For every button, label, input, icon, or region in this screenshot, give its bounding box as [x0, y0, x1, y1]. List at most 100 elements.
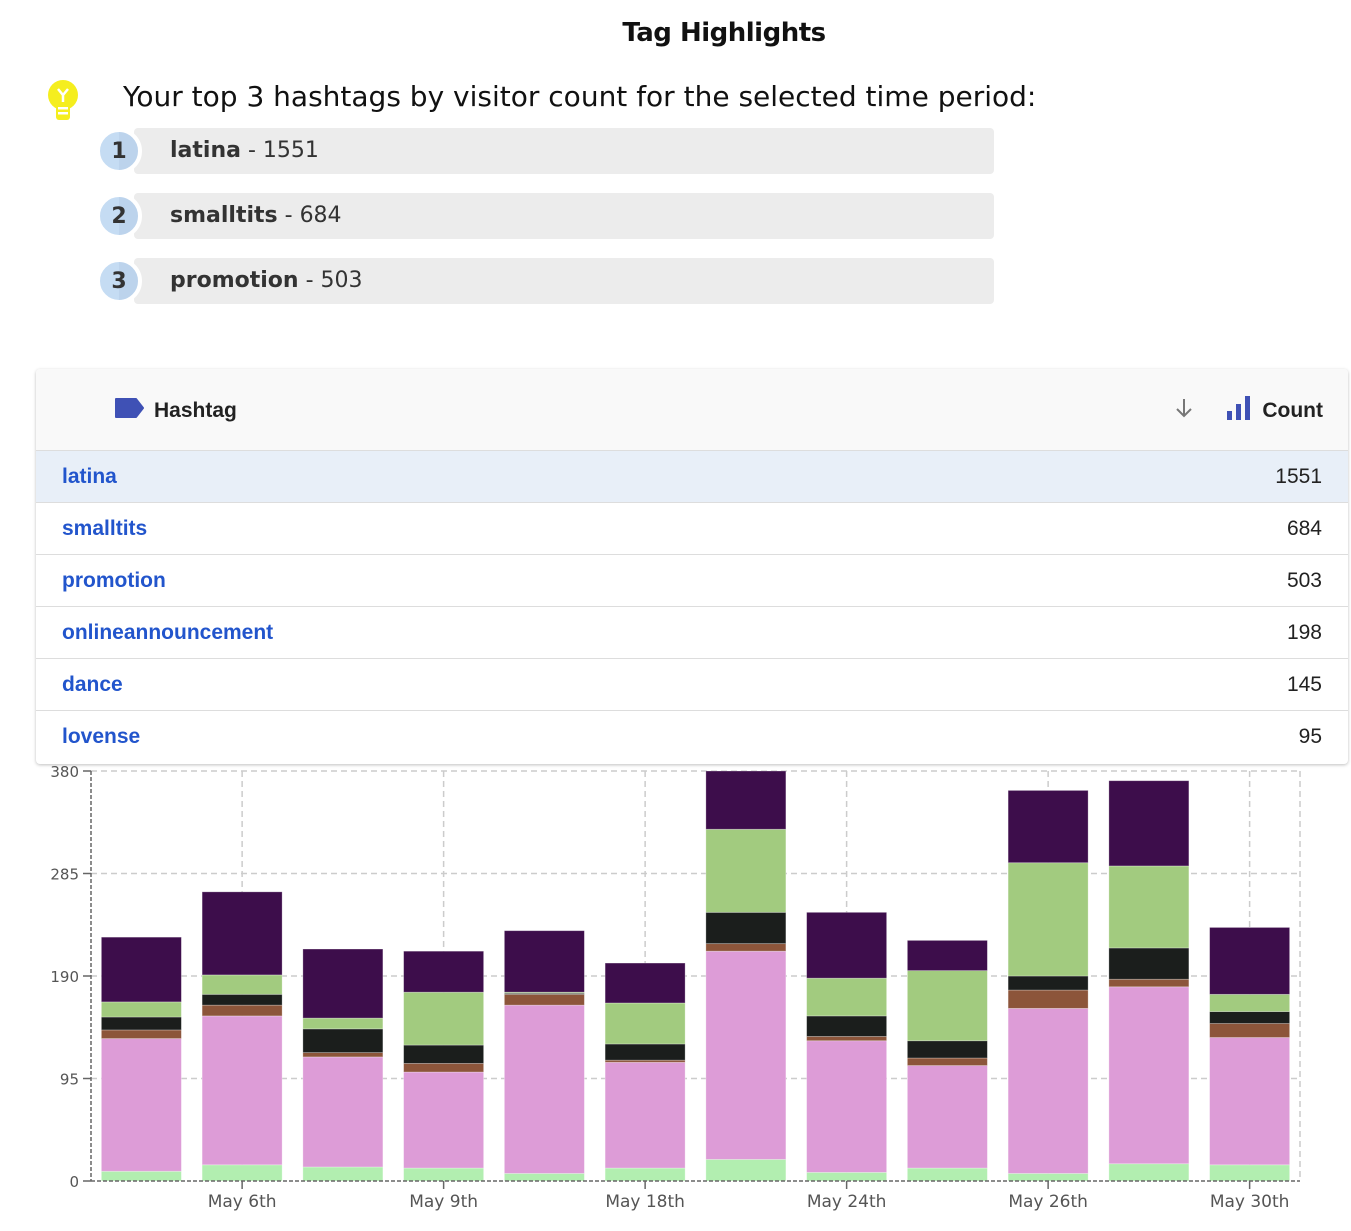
bar-segment-series-4: [1209, 1011, 1291, 1024]
bar-segment-series-1: [604, 1167, 686, 1182]
x-tick-label: May 26th: [1008, 1192, 1088, 1212]
hashtag-link[interactable]: lovense: [62, 711, 140, 763]
bar-segment-series-2: [906, 1065, 988, 1169]
bar-segment-series-5: [604, 1002, 686, 1045]
top-hashtag-text: smalltits - 684: [170, 193, 342, 239]
bar-segment-series-6: [1007, 790, 1089, 864]
bar-segment-series-6: [302, 948, 384, 1019]
separator: -: [240, 138, 263, 163]
bar-segment-series-6: [705, 770, 787, 830]
bar-segment-series-1: [1108, 1163, 1190, 1182]
top-hashtag-name: smalltits: [170, 203, 278, 228]
bar-segment-series-6: [503, 930, 585, 993]
bar-segment-series-1: [100, 1170, 182, 1182]
bar-segment-series-1: [806, 1171, 888, 1182]
rank-badge: 3: [96, 258, 142, 304]
bar-segment-series-5: [100, 1001, 182, 1018]
table-row[interactable]: onlineannouncement 198: [36, 607, 1348, 659]
bar-segment-series-4: [705, 911, 787, 945]
bar-segment-series-5: [806, 977, 888, 1017]
top-hashtag-item: 2 smalltits - 684: [96, 193, 998, 239]
column-label: Count: [1262, 399, 1323, 422]
bar-segment-series-5: [201, 974, 283, 995]
bar-segment-series-5: [403, 991, 485, 1046]
hashtag-table: Hashtag Count latina 1551 smalltits 684 …: [36, 369, 1348, 764]
table-row[interactable]: smalltits 684: [36, 503, 1348, 555]
page-title: Tag Highlights: [622, 18, 826, 48]
bar-segment-series-2: [604, 1061, 686, 1169]
separator: -: [298, 268, 321, 293]
top-hashtag-text: latina - 1551: [170, 128, 319, 174]
bar-segment-series-3: [906, 1057, 988, 1066]
bar-segment-series-4: [1007, 975, 1089, 991]
x-tick-label: May 18th: [605, 1192, 685, 1212]
bar-segment-series-3: [302, 1052, 384, 1058]
hashtag-link[interactable]: dance: [62, 659, 123, 711]
bar-segment-series-6: [1108, 780, 1190, 867]
bar-segment-series-3: [503, 993, 585, 1006]
top-hashtag-item: 3 promotion - 503: [96, 258, 998, 304]
bar-segment-series-4: [1108, 947, 1190, 980]
bar-segment-series-2: [806, 1040, 888, 1173]
hashtag-link[interactable]: onlineannouncement: [62, 607, 273, 659]
hashtag-count: 684: [1286, 517, 1322, 540]
bar-segment-series-5: [1209, 993, 1291, 1013]
top-hashtag-count: 1551: [262, 138, 319, 163]
bar-segment-series-1: [1209, 1164, 1291, 1182]
bar-segment-series-1: [906, 1167, 988, 1182]
bar-segment-series-4: [604, 1043, 686, 1061]
top-hashtag-name: promotion: [170, 268, 299, 293]
bar-segment-series-6: [403, 950, 485, 993]
bar-segment-series-1: [1007, 1173, 1089, 1182]
bar-segment-series-3: [1209, 1023, 1291, 1038]
column-label: Hashtag: [154, 399, 237, 422]
arrow-down-icon[interactable]: [1174, 397, 1194, 425]
table-row[interactable]: latina 1551: [36, 451, 1348, 503]
stacked-bar-chart: 0 95 190 285 380 May 6th May 9th May 18th May 24…: [50, 764, 1301, 1212]
bar-segment-series-4: [201, 993, 283, 1006]
bar-segment-series-6: [100, 936, 182, 1003]
hashtag-count: 145: [1286, 673, 1322, 696]
rank-badge: 2: [96, 193, 142, 239]
bar-segment-series-6: [604, 962, 686, 1004]
bar-segment-series-2: [403, 1071, 485, 1169]
bar-segment-series-1: [201, 1164, 283, 1182]
top-hashtags-list: 1 latina - 1551 2 smalltits - 684 3 prom…: [96, 128, 998, 323]
table-row[interactable]: dance 145: [36, 659, 1348, 711]
hashtag-link[interactable]: smalltits: [62, 503, 147, 555]
hashtag-link[interactable]: latina: [62, 451, 117, 503]
column-header-count[interactable]: Count: [1174, 395, 1323, 427]
bar-segment-series-3: [806, 1036, 888, 1042]
hashtag-link[interactable]: promotion: [62, 555, 166, 607]
intro-text: Your top 3 hashtags by visitor count for…: [123, 80, 1037, 113]
bar-segment-series-2: [503, 1004, 585, 1174]
x-tick-label: May 30th: [1210, 1192, 1290, 1212]
x-tick-label: May 6th: [208, 1192, 277, 1212]
top-hashtag-count: 684: [299, 203, 342, 228]
y-tick-label: 0: [69, 1173, 79, 1191]
bar-segment-series-1: [503, 1173, 585, 1182]
hashtag-count: 503: [1286, 569, 1322, 592]
table-row[interactable]: lovense 95: [36, 711, 1348, 763]
bar-segment-series-1: [403, 1167, 485, 1182]
bar-segment-series-6: [1209, 927, 1291, 995]
table-header: Hashtag Count: [36, 369, 1348, 451]
bar-segment-series-2: [302, 1056, 384, 1168]
bar-segment-series-2: [1007, 1007, 1089, 1174]
top-hashtag-text: promotion - 503: [170, 258, 363, 304]
bar-segment-series-6: [201, 891, 283, 976]
bar-segment-series-4: [100, 1016, 182, 1031]
y-tick-label: 190: [50, 968, 79, 986]
bar-segment-series-2: [1209, 1037, 1291, 1166]
table-row[interactable]: promotion 503: [36, 555, 1348, 607]
bar-segment-series-5: [705, 828, 787, 913]
column-header-hashtag[interactable]: Hashtag: [114, 397, 237, 425]
bar-segment-series-2: [705, 950, 787, 1160]
bar-segment-series-4: [302, 1028, 384, 1054]
bar-segment-series-5: [1007, 862, 1089, 977]
top-hashtag-name: latina: [170, 138, 241, 163]
hashtag-count: 1551: [1275, 465, 1322, 488]
bar-segment-series-3: [201, 1004, 283, 1017]
bar-chart-icon: [1226, 395, 1252, 427]
bar-segment-series-1: [705, 1159, 787, 1182]
